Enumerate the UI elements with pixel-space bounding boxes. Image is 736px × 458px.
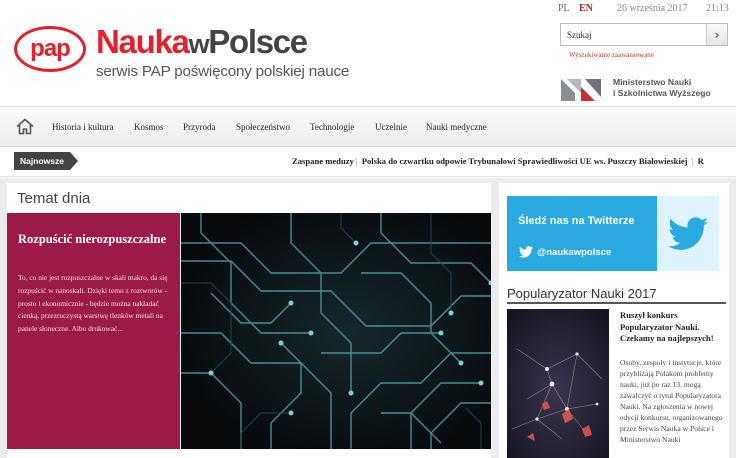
ministry-logo[interactable]: Ministerstwo Nauki i Szkolnictwa Wyższeg…: [561, 75, 711, 101]
site-header: pap NaukawPolsce serwis PAP poświęcony p…: [0, 0, 736, 106]
nav-item-historia[interactable]: Historia i kultura: [52, 122, 114, 132]
nav-item-technologie[interactable]: Technologie: [310, 122, 354, 132]
current-time: 21:13: [706, 3, 729, 14]
ministry-name: Ministerstwo Nauki i Szkolnictwa Wyższeg…: [613, 77, 711, 99]
search-button[interactable]: ›: [706, 24, 727, 45]
nav-item-spoleczenstwo[interactable]: Społeczeństwo: [236, 122, 290, 132]
panel-bottom: [7, 451, 491, 458]
popularizer-headline[interactable]: Ruszył konkurs Popularyzator Nauki. Czek…: [620, 310, 726, 345]
ticker-items: Zaspane meduzy | Polska do czwartku odpow…: [292, 156, 704, 166]
ministry-name-line2: i Szkolnictwa Wyższego: [613, 88, 711, 98]
twitter-follow-text[interactable]: Śledź nas na Twitterze: [518, 215, 635, 227]
ticker-item[interactable]: R: [698, 156, 704, 166]
home-icon[interactable]: [16, 118, 34, 135]
circuit-board-image: [181, 213, 491, 449]
search-input[interactable]: [561, 24, 707, 45]
logo-title: NaukawPolsce: [96, 25, 349, 61]
site-logo[interactable]: pap NaukawPolsce serwis PAP poświęcony p…: [14, 25, 350, 81]
logo-title-nauka: Nauka: [96, 23, 190, 60]
twitter-bird-panel[interactable]: [657, 196, 719, 271]
popularizer-image[interactable]: [507, 309, 609, 458]
news-ticker: Najnowsze Zaspane meduzy | Polska do czwa…: [0, 147, 736, 177]
twitter-small-icon: [519, 246, 533, 258]
nav-item-nauki-medyczne[interactable]: Nauki medyczne: [426, 122, 487, 132]
popularizer-section-title: Popularyzator Nauki 2017: [507, 286, 726, 304]
feature-headline[interactable]: Rozpuścić nierozpuszczalne: [18, 231, 168, 247]
logo-title-w: w: [188, 29, 210, 59]
popularizer-body: Osoby, zespoły i instytucje, które przyb…: [620, 358, 723, 444]
feature-image[interactable]: [181, 213, 491, 449]
nav-item-kosmos[interactable]: Kosmos: [134, 122, 164, 132]
lang-pl-link[interactable]: PL: [558, 3, 570, 14]
advanced-search-link[interactable]: Wyszukiwanie zaawansowane: [569, 51, 654, 59]
ministry-name-line1: Ministerstwo Nauki: [613, 77, 692, 87]
twitter-banner[interactable]: [507, 196, 657, 271]
lang-en-link[interactable]: EN: [579, 3, 593, 14]
ticker-label: Najnowsze: [14, 152, 78, 170]
current-date: 26 września 2017: [617, 3, 688, 14]
logo-subtitle: serwis PAP poświęcony polskiej nauce: [96, 63, 350, 80]
main-nav: Historia i kultura Kosmos Przyroda Społe…: [0, 106, 736, 147]
ticker-item[interactable]: Polska do czwartku odpowie Trybunałowi S…: [362, 156, 688, 166]
pap-logo-mark: pap: [14, 26, 86, 72]
twitter-handle[interactable]: @naukawpolsce: [537, 247, 611, 258]
network-nodes-image: [507, 309, 609, 458]
nav-item-przyroda[interactable]: Przyroda: [183, 122, 216, 132]
topic-section-title: Temat dnia: [17, 190, 91, 207]
twitter-bird-icon: [668, 216, 708, 250]
chevron-right-icon: ›: [714, 27, 720, 42]
feature-lead: To, co nie jest rozpuszczalne w skali ma…: [18, 273, 168, 334]
ticker-separator: |: [691, 156, 694, 166]
ticker-item[interactable]: Zaspane meduzy: [292, 156, 354, 166]
search-box: ›: [560, 23, 728, 46]
logo-title-polsce: Polsce: [208, 23, 308, 60]
logo-wordmark: NaukawPolsce serwis PAP poświęcony polsk…: [96, 25, 350, 81]
nav-item-uczelnie[interactable]: Uczelnie: [375, 122, 407, 132]
ministry-mark-icon: [561, 79, 601, 101]
pap-logo-text: pap: [30, 35, 71, 62]
ticker-separator: |: [355, 156, 358, 166]
